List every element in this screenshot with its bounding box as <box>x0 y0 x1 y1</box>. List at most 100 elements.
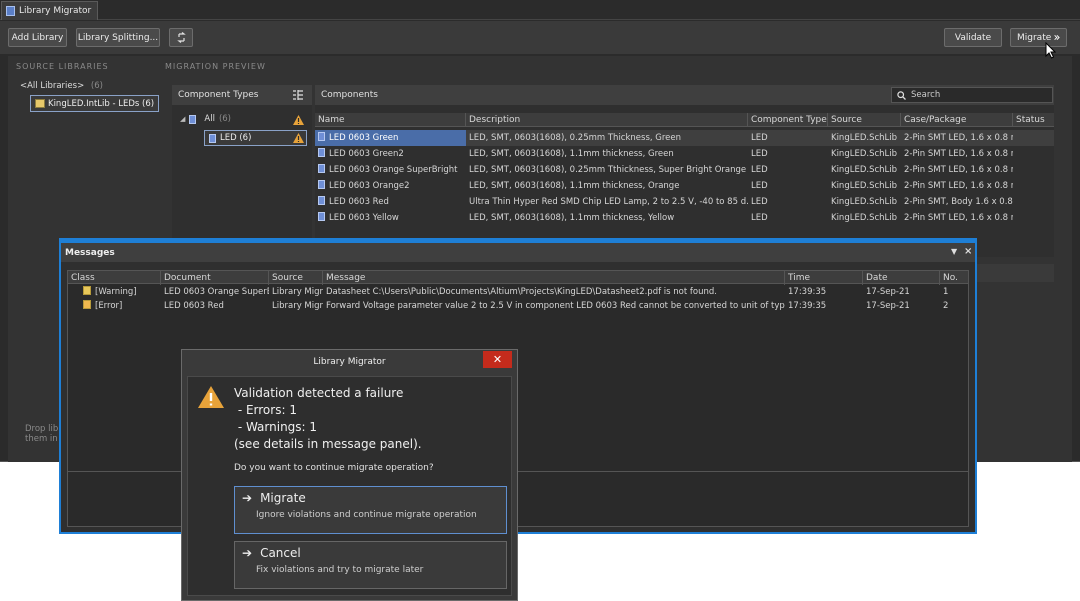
summary-warnings: - Warnings: 1 <box>234 420 318 434</box>
library-item-kingled[interactable]: KingLED.IntLib - LEDs (6) <box>30 95 159 112</box>
row-time: 17:39:35 <box>788 287 827 297</box>
row-package: 2-Pin SMT LED, 1.6 x 0.8 m <box>904 165 1013 175</box>
row-class: [Warning] <box>95 287 137 297</box>
component-icon <box>318 212 325 221</box>
row-source: Library Migr <box>272 301 323 311</box>
row-description: LED, SMT, 0603(1608), 1.1mm thickness, Y… <box>469 213 675 223</box>
toolbar: Add Library Library Splitting... Validat… <box>0 21 1080 54</box>
cancel-option-title: Cancel <box>260 546 301 560</box>
component-icon <box>318 196 325 205</box>
arrow-right-icon: ➔ <box>242 546 253 560</box>
continue-question: Do you want to continue migrate operatio… <box>234 463 434 473</box>
messages-table-body: [Warning] LED 0603 Orange SuperBr Librar… <box>68 285 968 315</box>
table-row[interactable]: LED 0603 Orange SuperBright LED, SMT, 06… <box>315 162 1054 178</box>
close-icon[interactable]: × <box>964 246 972 257</box>
drop-hint-line1: Drop lib <box>25 424 59 434</box>
type-all-count: (6) <box>218 114 231 124</box>
col-name[interactable]: Name <box>315 113 466 127</box>
all-libraries-item[interactable]: <All Libraries> (6) <box>20 81 103 91</box>
search-input[interactable]: Search <box>891 87 1053 103</box>
row-type: LED <box>751 181 768 191</box>
table-row[interactable]: LED 0603 Green2 LED, SMT, 0603(1608), 1.… <box>315 146 1054 162</box>
validation-dialog: Library Migrator ✕ Validation detected a… <box>181 349 518 601</box>
dialog-body: Validation detected a failure - Errors: … <box>187 376 512 596</box>
row-type: LED <box>751 165 768 175</box>
table-row[interactable]: LED 0603 Green LED, SMT, 0603(1608), 0.2… <box>315 130 1054 146</box>
collapse-arrow-icon: ◢ <box>180 115 186 123</box>
row-name: LED 0603 Green2 <box>329 149 404 159</box>
table-row[interactable]: LED 0603 Yellow LED, SMT, 0603(1608), 1.… <box>315 210 1054 226</box>
tab-library-migrator[interactable]: Library Migrator <box>1 1 99 20</box>
row-source: KingLED.SchLib <box>831 213 898 223</box>
row-date: 17-Sep-21 <box>866 301 910 311</box>
table-row[interactable]: LED 0603 Red Ultra Thin Hyper Red SMD Ch… <box>315 194 1054 210</box>
col-source[interactable]: Source <box>828 113 901 127</box>
col-status[interactable]: Status <box>1013 113 1054 127</box>
list-options-icon[interactable] <box>292 89 304 101</box>
migrate-option-button[interactable]: ➔ Migrate Ignore violations and continue … <box>234 486 507 534</box>
col-date[interactable]: Date <box>863 271 940 285</box>
migrate-option-subtitle: Ignore violations and continue migrate o… <box>256 510 477 520</box>
add-library-button[interactable]: Add Library <box>8 28 67 47</box>
col-description[interactable]: Description <box>466 113 748 127</box>
library-item-label: KingLED.IntLib - LEDs (6) <box>48 98 155 109</box>
arrow-right-icon: ➔ <box>242 491 253 505</box>
row-description: LED, SMT, 0603(1608), 1.1mm thickness, O… <box>469 181 680 191</box>
type-led-item[interactable]: LED (6) <box>204 130 307 146</box>
row-source: KingLED.SchLib <box>831 133 898 143</box>
tab-label: Library Migrator <box>19 6 92 16</box>
components-table-header: Name Description Component Type Source C… <box>315 113 1054 127</box>
warning-icon <box>83 286 91 295</box>
type-all-item[interactable]: ◢ All (6) <box>180 114 231 124</box>
col-class[interactable]: Class <box>68 271 161 285</box>
all-libraries-count: (6) <box>90 81 103 91</box>
warning-icon <box>293 133 304 143</box>
close-button[interactable]: ✕ <box>483 351 512 368</box>
row-name: LED 0603 Orange SuperBright <box>329 165 458 175</box>
component-icon <box>189 114 197 124</box>
row-no: 2 <box>943 301 949 311</box>
table-row[interactable]: [Error] LED 0603 Red Library Migr Forwar… <box>68 299 968 313</box>
row-date: 17-Sep-21 <box>866 287 910 297</box>
col-message[interactable]: Message <box>323 271 785 285</box>
row-message: Datasheet C:\Users\Public\Documents\Alti… <box>326 287 717 297</box>
component-types-header: Component Types <box>172 85 312 105</box>
refresh-button[interactable] <box>169 28 193 47</box>
col-time[interactable]: Time <box>785 271 863 285</box>
row-message: Forward Voltage parameter value 2 to 2.5… <box>326 301 785 311</box>
row-package: 2-Pin SMT, Body 1.6 x 0.8 r <box>904 197 1013 207</box>
row-document: LED 0603 Orange SuperBr <box>164 287 269 297</box>
row-description: LED, SMT, 0603(1608), 0.25mm Tthickness,… <box>469 165 747 175</box>
col-source[interactable]: Source <box>269 271 323 285</box>
table-row[interactable]: [Warning] LED 0603 Orange SuperBr Librar… <box>68 285 968 299</box>
library-icon <box>35 99 45 108</box>
chevron-down-icon[interactable]: ▼ <box>951 247 957 256</box>
row-no: 1 <box>943 287 949 297</box>
all-libraries-label: <All Libraries> <box>20 81 85 91</box>
row-source: KingLED.SchLib <box>831 181 898 191</box>
row-name: LED 0603 Yellow <box>329 213 399 223</box>
col-document[interactable]: Document <box>161 271 269 285</box>
component-icon <box>318 180 325 189</box>
warning-icon <box>293 115 304 125</box>
table-row[interactable]: LED 0603 Orange2 LED, SMT, 0603(1608), 1… <box>315 178 1054 194</box>
validate-button[interactable]: Validate <box>944 28 1002 47</box>
col-no[interactable]: No. <box>940 271 968 285</box>
drop-hint: Drop lib them in <box>25 424 58 444</box>
col-component-type[interactable]: Component Type <box>748 113 828 127</box>
row-class: [Error] <box>95 301 123 311</box>
components-table-body: LED 0603 Green LED, SMT, 0603(1608), 0.2… <box>315 130 1054 230</box>
row-type: LED <box>751 133 768 143</box>
search-icon <box>897 90 906 100</box>
col-case-package[interactable]: Case/Package <box>901 113 1013 127</box>
library-splitting-button[interactable]: Library Splitting... <box>76 28 160 47</box>
component-icon <box>318 132 325 141</box>
cancel-option-subtitle: Fix violations and try to migrate later <box>256 565 424 575</box>
components-panel: Components Search Name Description Compo… <box>315 85 1054 257</box>
row-description: Ultra Thin Hyper Red SMD Chip LED Lamp, … <box>469 197 748 207</box>
type-all-label: All <box>204 114 215 124</box>
document-tab-bar: Library Migrator <box>0 0 1080 20</box>
migrate-button[interactable]: Migrate <box>1010 28 1067 47</box>
cancel-option-button[interactable]: ➔ Cancel Fix violations and try to migrat… <box>234 541 507 589</box>
row-source: Library Migr <box>272 287 323 297</box>
